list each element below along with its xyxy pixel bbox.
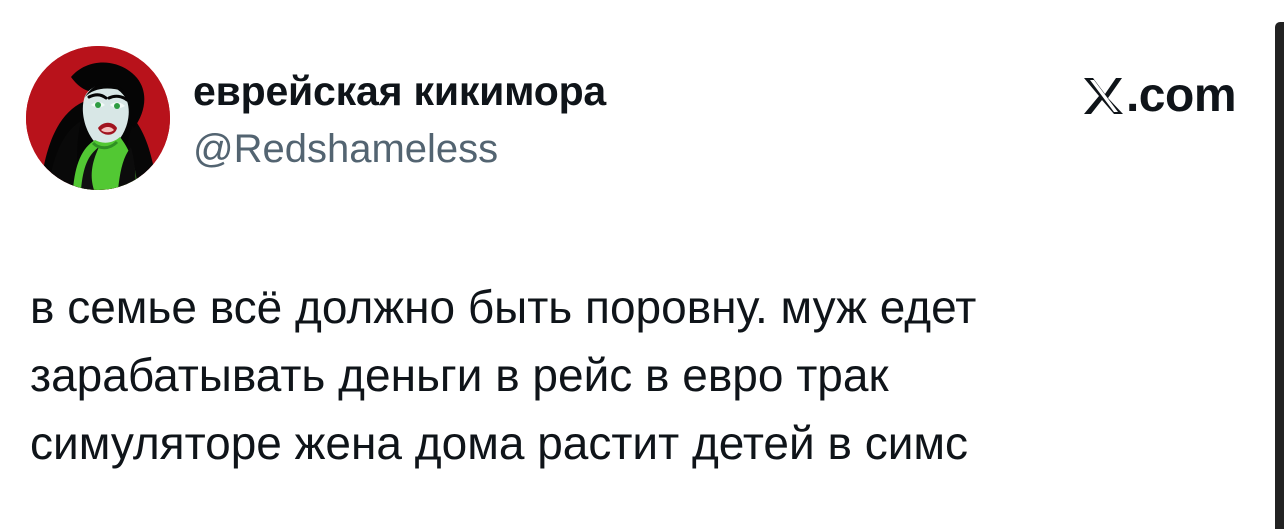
tweet-text: в семье всё должно быть поровну. муж еде… (30, 273, 1220, 477)
x-logo-icon (1083, 78, 1123, 114)
vertical-scrollbar[interactable] (1275, 22, 1284, 529)
author-handle[interactable]: @Redshameless (193, 124, 498, 174)
tweet-card: еврейская кикимора @Redshameless .com в … (0, 0, 1284, 529)
author-avatar[interactable] (26, 46, 170, 190)
author-display-name[interactable]: еврейская кикимора (193, 66, 606, 116)
brand-domain-text: .com (1125, 69, 1237, 122)
cartoon-character-avatar-icon (26, 46, 170, 190)
tweet-text-line-2: зарабатывать деньги в рейс в евро трак (30, 349, 889, 401)
x-com-brand: .com (1081, 68, 1237, 124)
tweet-text-line-3: симуляторе жена дома растит детей в симс (30, 417, 969, 469)
tweet-text-line-1: в семье всё должно быть поровну. муж еде… (30, 281, 977, 333)
